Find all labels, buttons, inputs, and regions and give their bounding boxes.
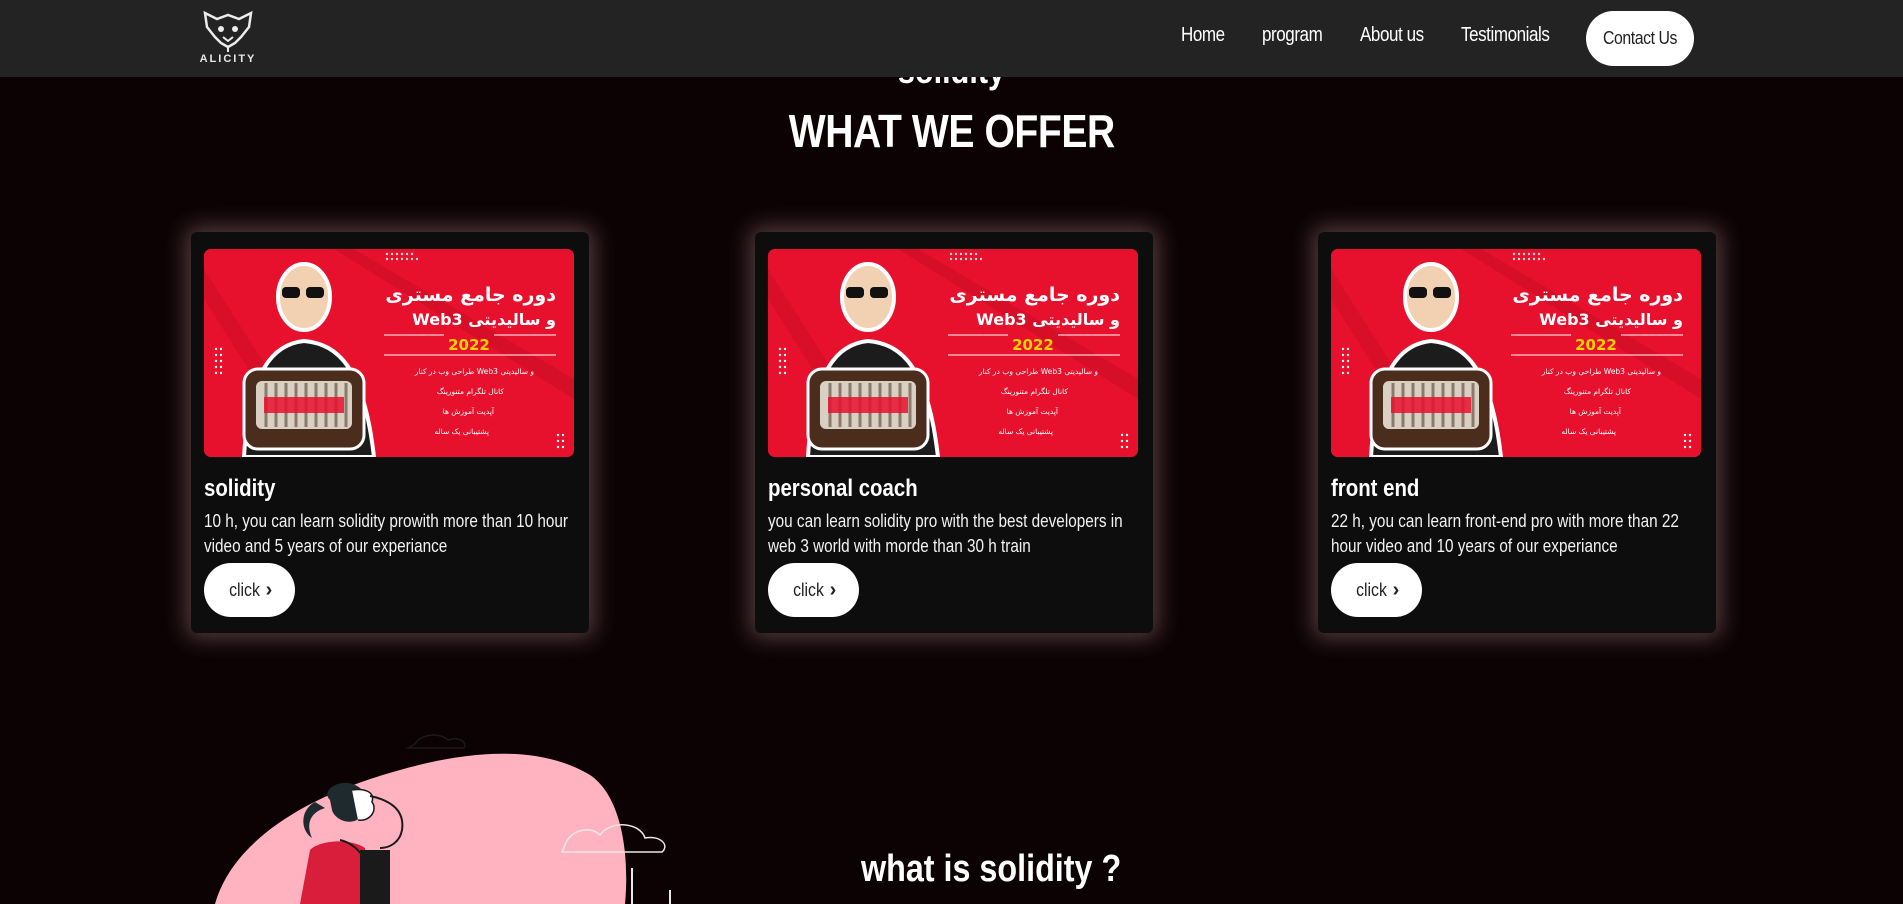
svg-text:2022: 2022 [1012, 336, 1054, 354]
brand-logo[interactable]: ALICITY [195, 9, 261, 67]
svg-text:Web3 و سالیدیتی: Web3 و سالیدیتی [976, 310, 1120, 329]
svg-text:آپدیت آموزش ها: آپدیت آموزش ها [443, 406, 495, 416]
offer-card: دوره جامع مستری Web3 و سالیدیتی 2022 طرا… [191, 232, 589, 633]
chevron-right-icon: › [265, 578, 273, 601]
card-description: 10 h, you can learn solidity prowith mor… [204, 511, 569, 556]
svg-text:پشتیبانی یک ساله: پشتیبانی یک ساله [434, 427, 489, 436]
contact-us-label: Contact Us [1603, 28, 1677, 48]
svg-text:طراحی وب در کنار Web3 و سالیدی: طراحی وب در کنار Web3 و سالیدیتی [414, 367, 535, 376]
course-banner-image: دوره جامع مستری Web3 و سالیدیتی 2022 طرا… [1331, 249, 1701, 457]
svg-text:طراحی وب در کنار Web3 و سالیدی: طراحی وب در کنار Web3 و سالیدیتی [1541, 367, 1662, 376]
offer-card: دوره جامع مستری Web3 و سالیدیتی 2022 طرا… [755, 232, 1153, 633]
nav-program[interactable]: program [1262, 24, 1323, 47]
svg-text:طراحی وب در کنار Web3 و سالیدی: طراحی وب در کنار Web3 و سالیدیتی [978, 367, 1099, 376]
svg-text:Web3 و سالیدیتی: Web3 و سالیدیتی [412, 310, 556, 329]
logo-wordmark: ALICITY [199, 53, 257, 65]
card-click-button[interactable]: click › [204, 563, 295, 617]
svg-text:دوره جامع مستری: دوره جامع مستری [949, 284, 1120, 306]
offer-section-title: WHAT WE OFFER [0, 104, 1903, 158]
chevron-right-icon: › [829, 578, 837, 601]
top-navbar: ALICITY Home program About us Testimonia… [0, 0, 1903, 77]
svg-text:آپدیت آموزش ها: آپدیت آموزش ها [1007, 406, 1059, 416]
svg-text:کانال تلگرام متنورینگ: کانال تلگرام متنورینگ [437, 387, 505, 396]
svg-text:آپدیت آموزش ها: آپدیت آموزش ها [1570, 406, 1622, 416]
card-title: front end [1331, 475, 1420, 502]
offer-card: دوره جامع مستری Web3 و سالیدیتی 2022 طرا… [1318, 232, 1716, 633]
card-click-button[interactable]: click › [768, 563, 859, 617]
card-click-button[interactable]: click › [1331, 563, 1422, 617]
nav-about-us[interactable]: About us [1360, 24, 1424, 47]
click-label: click [1355, 579, 1387, 600]
svg-text:دوره جامع مستری: دوره جامع مستری [385, 284, 556, 306]
card-description: you can learn solidity pro with the best… [768, 511, 1123, 556]
nav-home[interactable]: Home [1181, 24, 1225, 47]
course-banner-image: دوره جامع مستری Web3 و سالیدیتی 2022 طرا… [204, 249, 574, 457]
chevron-right-icon: › [1392, 578, 1400, 601]
click-label: click [792, 579, 824, 600]
svg-text:2022: 2022 [1575, 336, 1617, 354]
svg-text:پشتیبانی یک ساله: پشتیبانی یک ساله [1561, 427, 1616, 436]
lion-logo-icon [203, 10, 253, 52]
contact-us-button[interactable]: Contact Us [1586, 11, 1694, 66]
what-is-solidity-title: what is solidity ? [0, 848, 1903, 891]
svg-text:پشتیبانی یک ساله: پشتیبانی یک ساله [998, 427, 1053, 436]
nav-testimonials[interactable]: Testimonials [1461, 24, 1550, 47]
offer-title-text: WHAT WE OFFER [788, 105, 1115, 157]
svg-text:کانال تلگرام متنورینگ: کانال تلگرام متنورینگ [1001, 387, 1069, 396]
svg-text:Web3 و سالیدیتی: Web3 و سالیدیتی [1539, 310, 1683, 329]
svg-text:کانال تلگرام متنورینگ: کانال تلگرام متنورینگ [1564, 387, 1632, 396]
svg-text:دوره جامع مستری: دوره جامع مستری [1512, 284, 1683, 306]
click-label: click [228, 579, 260, 600]
card-description: 22 h, you can learn front-end pro with m… [1331, 511, 1679, 556]
card-title: personal coach [768, 475, 918, 502]
card-title: solidity [204, 475, 276, 502]
course-banner-image: دوره جامع مستری Web3 و سالیدیتی 2022 طرا… [768, 249, 1138, 457]
svg-text:2022: 2022 [448, 336, 490, 354]
what-is-solidity-text: what is solidity ? [861, 848, 1122, 890]
